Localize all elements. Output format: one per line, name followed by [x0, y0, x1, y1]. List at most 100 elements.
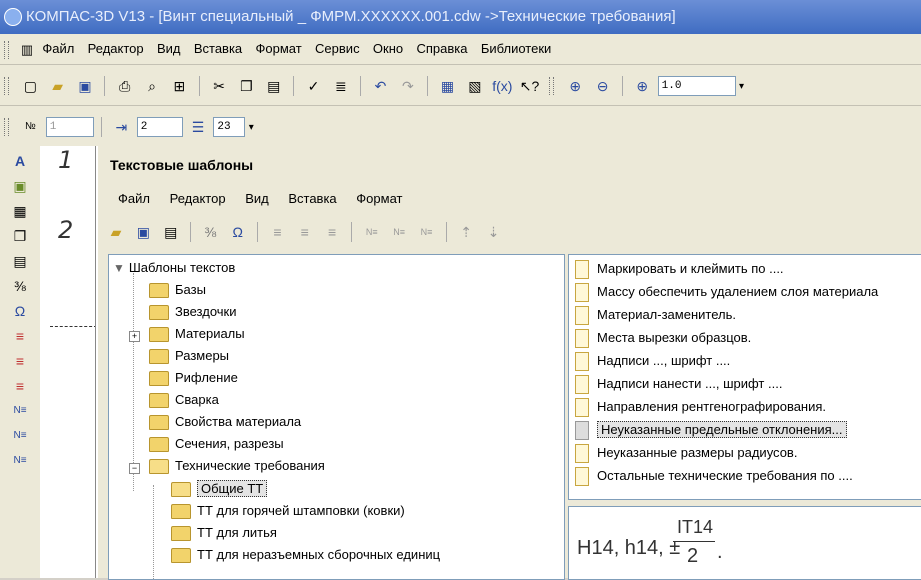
zoom-dropdown-icon[interactable]: ▾ — [739, 81, 744, 92]
tree-item-bases[interactable]: Базы — [149, 279, 206, 301]
symbol-icon[interactable]: Ω — [228, 222, 248, 242]
move-down-icon[interactable]: ⇣ — [484, 222, 504, 242]
tree-root[interactable]: ▼ Шаблоны текстов — [113, 257, 235, 279]
toolbar-grip[interactable] — [548, 76, 554, 95]
list-item[interactable]: Надписи ..., шрифт .... — [575, 349, 730, 372]
tree-item-sizes[interactable]: Размеры — [149, 345, 229, 367]
tree-item-welding[interactable]: Сварка — [149, 389, 219, 411]
line-spacing-icon[interactable]: ☰ — [188, 117, 208, 137]
list-number-alt-icon[interactable]: N≡ — [389, 222, 409, 242]
expand-plus-icon[interactable]: + — [129, 331, 140, 342]
table-tool-icon[interactable]: ▦ — [10, 201, 30, 221]
align-middle-icon[interactable]: ≡ — [10, 351, 30, 371]
zoom-input[interactable]: 1.0 — [657, 75, 736, 96]
new-document-icon[interactable]: ▢ — [20, 76, 40, 96]
tree-child-general[interactable]: Общие ТТ — [171, 478, 268, 500]
list-item[interactable]: Направления рентгенографирования. — [575, 395, 826, 418]
align-top-icon[interactable]: ≡ — [267, 222, 287, 242]
properties-icon[interactable]: ✓ — [303, 76, 323, 96]
print-icon[interactable]: ⎙ — [115, 76, 135, 96]
copy-icon[interactable]: ❐ — [236, 76, 256, 96]
list-item[interactable]: Массу обеспечить удалением слоя материал… — [575, 280, 878, 303]
spacing-field[interactable]: 23 — [213, 116, 246, 137]
undo-icon[interactable]: ↶ — [371, 76, 391, 96]
menu-help[interactable]: Справка — [416, 41, 467, 56]
insert-tool-icon[interactable]: ▤ — [10, 251, 30, 271]
symbol-tool-icon[interactable]: Ω — [10, 301, 30, 321]
open-folder-icon[interactable]: ▰ — [48, 76, 68, 96]
dialog-menu-file[interactable]: Файл — [118, 191, 150, 206]
toolbar-grip[interactable] — [4, 76, 9, 95]
menu-file[interactable]: Файл — [42, 41, 74, 56]
indent-icon[interactable]: ⇥ — [111, 117, 131, 137]
tree-item-technical-requirements[interactable]: Технические требования — [149, 455, 325, 477]
align-bottom-icon[interactable]: ≡ — [322, 222, 342, 242]
list-number-icon[interactable]: N≡ — [10, 401, 30, 421]
document-menu-icon[interactable]: ▥ — [17, 40, 37, 60]
zoom-in-icon[interactable]: ⊕ — [565, 76, 585, 96]
collapse-minus-icon[interactable]: − — [129, 463, 140, 474]
menu-edit[interactable]: Редактор — [88, 41, 144, 56]
align-middle-icon[interactable]: ≡ — [295, 222, 315, 242]
menu-window[interactable]: Окно — [373, 41, 403, 56]
list-number-third-icon[interactable]: N≡ — [416, 222, 436, 242]
copy-tool-icon[interactable]: ❐ — [10, 226, 30, 246]
fraction-tool-icon[interactable]: ⅜ — [10, 276, 30, 296]
toolbar-grip[interactable] — [4, 40, 9, 59]
zoom-scale-icon[interactable]: ⊕ — [632, 76, 652, 96]
list-item[interactable]: Материал-заменитель. — [575, 303, 736, 326]
list-number-alt-icon[interactable]: N≡ — [10, 426, 30, 446]
dialog-menu-format[interactable]: Формат — [356, 191, 402, 206]
help-pointer-icon[interactable]: ↖? — [520, 76, 540, 96]
list-item[interactable]: Маркировать и клеймить по .... — [575, 257, 784, 280]
save-icon[interactable]: ▣ — [133, 222, 153, 242]
menu-service[interactable]: Сервис — [315, 41, 360, 56]
open-folder-icon[interactable]: ▰ — [106, 222, 126, 242]
menu-view[interactable]: Вид — [157, 41, 181, 56]
dialog-menu-edit[interactable]: Редактор — [170, 191, 226, 206]
list-item[interactable]: Неуказанные размеры радиусов. — [575, 441, 797, 464]
toolbar-dropdown-icon[interactable]: ▾ — [249, 122, 254, 133]
menu-format[interactable]: Формат — [256, 41, 302, 56]
dialog-menu-insert[interactable]: Вставка — [288, 191, 336, 206]
toolbar-grip[interactable] — [4, 117, 9, 136]
template-tool-icon[interactable]: ▣ — [10, 176, 30, 196]
tree-child-casting[interactable]: ТТ для литья — [171, 522, 277, 544]
list-number-icon[interactable]: N≡ — [362, 222, 382, 242]
save-as-icon[interactable]: ▤ — [161, 222, 181, 242]
dialog-menu-view[interactable]: Вид — [245, 191, 269, 206]
number-field[interactable]: 1 — [45, 116, 94, 137]
list-item[interactable]: Надписи нанести ..., шрифт .... — [575, 372, 782, 395]
tree-item-knurling[interactable]: Рифление — [149, 367, 238, 389]
tree-item-sections[interactable]: Сечения, разрезы — [149, 433, 284, 455]
move-up-icon[interactable]: ⇡ — [456, 222, 476, 242]
align-bottom-icon[interactable]: ≡ — [10, 376, 30, 396]
zoom-out-icon[interactable]: ⊖ — [593, 76, 613, 96]
align-top-icon[interactable]: ≡ — [10, 326, 30, 346]
cut-icon[interactable]: ✂ — [209, 76, 229, 96]
text-tool-icon[interactable]: A — [10, 151, 30, 171]
tree-child-permanent-assemblies[interactable]: ТТ для неразъемных сборочных единиц — [171, 544, 440, 566]
menu-insert[interactable]: Вставка — [194, 41, 242, 56]
menu-libraries[interactable]: Библиотеки — [481, 41, 551, 56]
tree-item-material-properties[interactable]: Свойства материала — [149, 411, 301, 433]
library-manager-icon[interactable]: ▦ — [438, 76, 458, 96]
list-item[interactable]: Места вырезки образцов. — [575, 326, 751, 349]
tree-item-stars[interactable]: Звездочки — [149, 301, 236, 323]
tree-child-hot-stamping[interactable]: ТТ для горячей штамповки (ковки) — [171, 500, 405, 522]
list-item-selected[interactable]: Неуказанные предельные отклонения... — [575, 418, 847, 441]
list-icon[interactable]: ≣ — [331, 76, 351, 96]
fraction-icon[interactable]: ⅜ — [200, 222, 220, 242]
tree-item-materials[interactable]: Материалы — [149, 323, 245, 345]
indent-field[interactable]: 2 — [136, 116, 183, 137]
preview-icon[interactable]: ⌕ — [142, 76, 162, 96]
numbering-icon[interactable]: № — [20, 117, 40, 137]
variables-icon[interactable]: ▧ — [465, 76, 485, 96]
list-number-third-icon[interactable]: N≡ — [10, 451, 30, 471]
list-item[interactable]: Остальные технические требования по .... — [575, 464, 853, 487]
function-icon[interactable]: f(x) — [492, 76, 512, 96]
manager-icon[interactable]: ⊞ — [169, 76, 189, 96]
expand-arrow-icon[interactable]: ▼ — [113, 261, 125, 275]
save-icon[interactable]: ▣ — [75, 76, 95, 96]
redo-icon[interactable]: ↷ — [398, 76, 418, 96]
